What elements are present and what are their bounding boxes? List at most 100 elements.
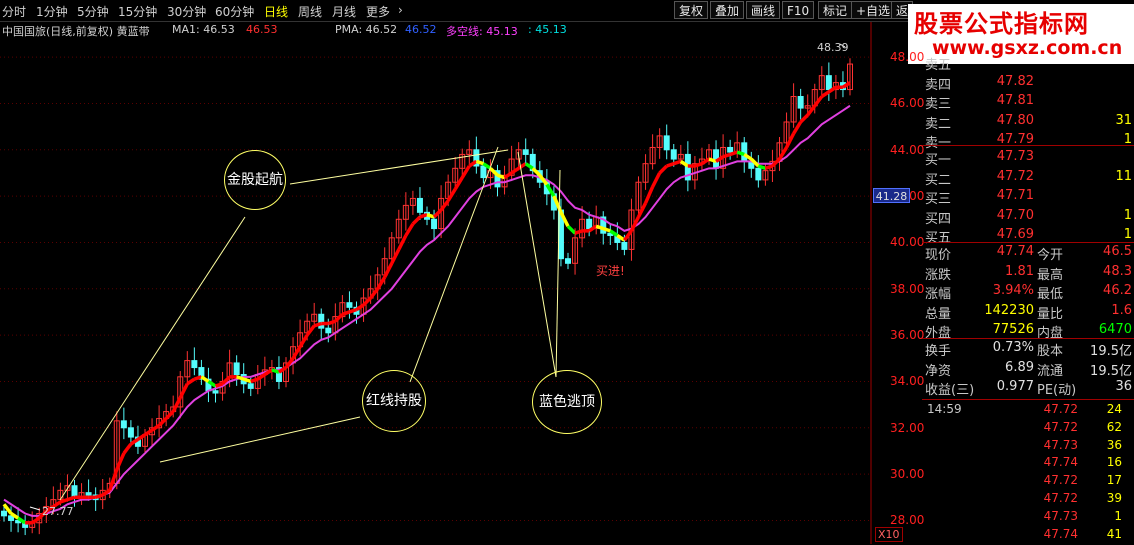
candle-body-80: [565, 258, 571, 264]
period-tab-6[interactable]: 日线: [264, 3, 288, 20]
fund-row-0: 换手 0.73% 股本 19.5亿: [925, 340, 1132, 359]
ma-band-seg-62: [432, 208, 443, 219]
row-label: 买四: [925, 211, 952, 227]
ma-band-seg-26: [178, 382, 189, 399]
candle-body-30: [212, 390, 219, 394]
ma-band-seg-115: [806, 104, 817, 117]
ma-band-seg-81: [566, 224, 577, 235]
ma-band-seg-34: [236, 375, 245, 381]
circle-hongxian: 红线持股: [362, 370, 426, 432]
toolbar-button-5[interactable]: +自选: [851, 1, 896, 19]
candle-body-0: [1, 510, 7, 517]
ma-band-seg-100: [700, 157, 710, 166]
ma-band-seg-47: [327, 319, 336, 326]
ma-band-seg-23: [157, 417, 168, 427]
period-tab-7[interactable]: 周线: [298, 3, 322, 20]
period-tab-1[interactable]: 1分钟: [36, 3, 68, 20]
period-tab-10[interactable]: ›: [398, 3, 403, 17]
row-price: 47.70: [996, 207, 1034, 223]
period-tab-5[interactable]: 60分钟: [215, 3, 254, 20]
period-tab-2[interactable]: 5分钟: [77, 3, 109, 20]
row-label: 卖二: [925, 116, 952, 132]
ma-band-seg-52: [362, 296, 372, 307]
row-volume: 1: [1123, 227, 1132, 242]
ma-band-seg-73: [510, 166, 520, 175]
candle-body-59: [416, 197, 423, 213]
ma-band-seg-95: [666, 162, 675, 168]
sell-row-0[interactable]: 卖五: [922, 54, 1134, 73]
ma-band-seg-18: [122, 442, 133, 455]
period-tab-0[interactable]: 分时: [2, 3, 26, 20]
ma-band-seg-105: [736, 150, 745, 157]
candle-body-83: [586, 218, 593, 230]
ma-band-seg-29: [200, 375, 210, 383]
ma-band-seg-63: [439, 199, 450, 212]
ma-band-seg-39: [271, 368, 280, 374]
kline-chart[interactable]: [0, 22, 910, 544]
stat-row-1: 涨跌 1.81 最高 48.3: [925, 263, 1132, 283]
toolbar-button-3[interactable]: F10: [782, 1, 815, 19]
ma-band-seg-14: [95, 493, 104, 499]
axis-label-0: 48.00: [890, 50, 925, 65]
stat-row-0: 现价 47.74 今开 46.5: [925, 244, 1132, 263]
candle-body-46: [325, 327, 332, 334]
tick-row-3: 47.74 16: [1043, 455, 1122, 470]
row-price: 47.69: [996, 227, 1034, 242]
buy-row-3[interactable]: 买四 47.70 1: [922, 208, 1134, 227]
watermark-title: 股票公式指标网: [914, 10, 1089, 38]
axis-label-5: 38.00: [890, 281, 925, 296]
ma-band-seg-114: [799, 113, 809, 124]
row-price: 47.81: [996, 93, 1034, 108]
sell-row-3[interactable]: 卖二 47.80 31: [922, 113, 1134, 132]
axis-label-7: 34.00: [890, 374, 925, 389]
ma-band-seg-117: [820, 90, 830, 98]
toolbar-button-1[interactable]: 叠加: [710, 1, 745, 19]
sell-row-2[interactable]: 卖三 47.81: [922, 93, 1134, 112]
tick-row-0: 14:59 47.72 24: [927, 402, 1122, 416]
zoom-indicator[interactable]: X10: [875, 527, 903, 542]
ma-band-seg-104: [729, 150, 738, 157]
axis-label-4: 40.00: [890, 235, 925, 250]
period-tab-3[interactable]: 15分钟: [118, 3, 157, 20]
row-volume: 1: [1123, 207, 1132, 223]
toolbar-button-2[interactable]: 画线: [746, 1, 781, 19]
low-price-label: 27.77: [42, 505, 74, 518]
toolbar-button-0[interactable]: 复权: [674, 1, 709, 19]
buy-row-0[interactable]: 买一 47.73: [922, 149, 1134, 168]
ma-band-seg-42: [291, 345, 302, 360]
ma-band-seg-15: [101, 488, 111, 497]
candle-body-17: [120, 420, 127, 429]
toolbar-button-4[interactable]: 标记: [818, 1, 853, 19]
ma-band-seg-44: [305, 324, 316, 337]
candle-body-107: [755, 167, 762, 181]
ma-band-seg-27: [186, 377, 196, 386]
tick-row-5: 47.72 39: [1043, 491, 1122, 505]
period-tab-8[interactable]: 月线: [332, 3, 356, 20]
ma-band-seg-113: [792, 121, 803, 135]
axis-label-10: 28.00: [890, 513, 925, 528]
ma-band-seg-28: [193, 375, 202, 381]
period-tab-9[interactable]: 更多: [366, 3, 390, 20]
buy-row-1[interactable]: 买二 47.72 11: [922, 169, 1134, 188]
ma-band-seg-101: [708, 157, 717, 164]
circle-lanse: 蓝色逃顶: [532, 370, 602, 434]
candle-body-103: [727, 146, 734, 153]
buy-row-2[interactable]: 买三 47.71: [922, 188, 1134, 207]
tick-row-4: 47.72 17: [1043, 473, 1122, 488]
sell-row-1[interactable]: 卖四 47.82: [922, 74, 1134, 93]
divider-2: [922, 242, 1134, 243]
axis-label-2: 44.00: [890, 142, 925, 157]
ma-band-seg-71: [496, 173, 506, 180]
ma-band-seg-59: [411, 215, 422, 226]
axis-label-6: 36.00: [890, 328, 925, 343]
ma-band-seg-93: [651, 172, 662, 188]
axis-label-1: 46.00: [890, 96, 925, 111]
period-tab-4[interactable]: 30分钟: [167, 3, 206, 20]
ma-band-seg-86: [602, 226, 611, 233]
ma-band-seg-60: [419, 212, 428, 219]
ma-band-seg-17: [115, 452, 126, 471]
ma-band-seg-85: [595, 224, 604, 231]
quote-panel: 卖五 卖四 47.82 卖三 47.81 卖二 47.80 31 卖一 47.79 1 买一 47.73…: [922, 58, 1134, 544]
row-price: 47.72: [996, 168, 1034, 184]
ma-band-seg-35: [243, 377, 252, 384]
